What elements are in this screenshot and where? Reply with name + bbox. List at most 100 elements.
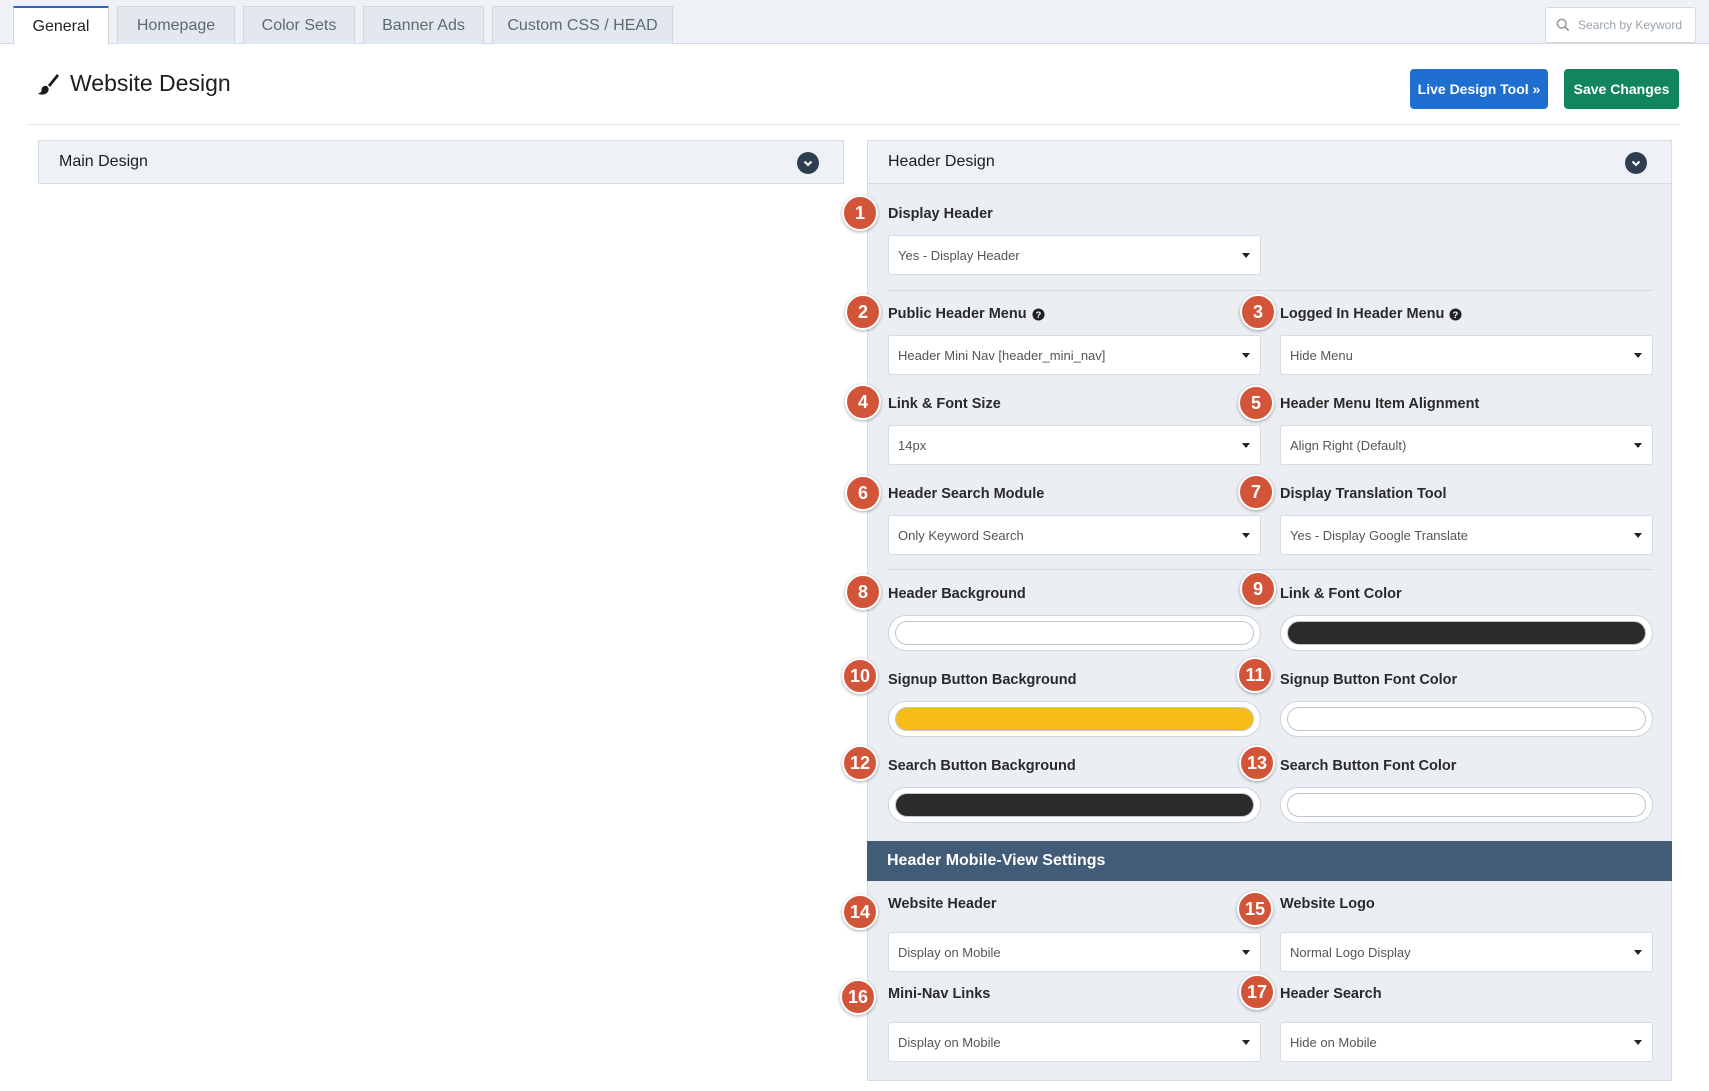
logged-in-header-menu-select[interactable]: Hide Menu <box>1280 335 1653 375</box>
header-menu-alignment-value: Align Right (Default) <box>1290 437 1407 453</box>
signup-button-font-color-label: Signup Button Font Color <box>1280 672 1458 688</box>
section-divider <box>888 569 1653 570</box>
annotation-badge-17: 17 <box>1239 974 1275 1010</box>
page-title-text: Website Design <box>70 70 231 96</box>
mobile-website-header-select[interactable]: Display on Mobile <box>888 932 1261 972</box>
help-icon[interactable]: ? <box>1032 307 1045 321</box>
annotation-badge-3: 3 <box>1240 294 1276 330</box>
search-button-background-label: Search Button Background <box>888 758 1076 774</box>
signup-button-font-color-picker[interactable] <box>1280 701 1653 737</box>
mobile-website-logo-select[interactable]: Normal Logo Display <box>1280 932 1653 972</box>
caret-down-icon <box>1242 443 1250 448</box>
tab-general[interactable]: General <box>13 6 109 45</box>
annotation-badge-2: 2 <box>845 294 881 330</box>
search-icon <box>1556 18 1570 32</box>
search-button-background-color-picker[interactable] <box>888 787 1261 823</box>
help-icon[interactable]: ? <box>1449 307 1462 321</box>
mobile-header-search-label: Header Search <box>1280 986 1382 1002</box>
chevron-down-icon[interactable] <box>1625 152 1647 174</box>
header-search-module-value: Only Keyword Search <box>898 527 1024 543</box>
caret-down-icon <box>1242 1040 1250 1045</box>
main-design-title: Main Design <box>59 153 148 170</box>
display-header-value: Yes - Display Header <box>898 247 1020 263</box>
caret-down-icon <box>1242 950 1250 955</box>
keyword-search-box[interactable] <box>1545 7 1696 43</box>
public-header-menu-label-text: Public Header Menu <box>888 306 1027 322</box>
link-font-color-picker[interactable] <box>1280 615 1653 651</box>
header-background-color-picker[interactable] <box>888 615 1261 651</box>
tab-color-sets[interactable]: Color Sets <box>243 6 355 44</box>
tab-homepage[interactable]: Homepage <box>117 6 235 44</box>
display-header-select[interactable]: Yes - Display Header <box>888 235 1261 275</box>
display-translation-tool-label: Display Translation Tool <box>1280 486 1447 502</box>
page-title: Website Design <box>36 70 231 97</box>
mobile-settings-header: Header Mobile-View Settings <box>867 841 1672 881</box>
caret-down-icon <box>1634 1040 1642 1045</box>
annotation-badge-10: 10 <box>842 658 878 694</box>
mobile-website-header-label: Website Header <box>888 896 997 912</box>
header-search-module-select[interactable]: Only Keyword Search <box>888 515 1261 555</box>
search-button-font-color-picker[interactable] <box>1280 787 1653 823</box>
mobile-header-search-select[interactable]: Hide on Mobile <box>1280 1022 1653 1062</box>
annotation-badge-15: 15 <box>1237 891 1273 927</box>
live-design-tool-button[interactable]: Live Design Tool » <box>1410 69 1548 109</box>
paintbrush-icon <box>38 73 59 95</box>
logged-in-header-menu-value: Hide Menu <box>1290 347 1353 363</box>
heading-divider <box>28 124 1679 125</box>
link-font-size-label: Link & Font Size <box>888 396 1001 412</box>
public-header-menu-select[interactable]: Header Mini Nav [header_mini_nav] <box>888 335 1261 375</box>
display-translation-tool-select[interactable]: Yes - Display Google Translate <box>1280 515 1653 555</box>
header-background-label: Header Background <box>888 586 1026 602</box>
annotation-badge-16: 16 <box>840 979 876 1015</box>
mobile-header-search-value: Hide on Mobile <box>1290 1034 1377 1050</box>
header-menu-alignment-select[interactable]: Align Right (Default) <box>1280 425 1653 465</box>
annotation-badge-8: 8 <box>845 574 881 610</box>
public-header-menu-label: Public Header Menu ? <box>888 306 1045 322</box>
save-changes-button[interactable]: Save Changes <box>1564 69 1679 109</box>
annotation-badge-12: 12 <box>842 745 878 781</box>
header-design-panel-header[interactable]: Header Design <box>867 140 1672 184</box>
logged-in-header-menu-label: Logged In Header Menu ? <box>1280 306 1462 322</box>
mobile-website-logo-label: Website Logo <box>1280 896 1375 912</box>
annotation-badge-5: 5 <box>1238 385 1274 421</box>
header-search-module-label: Header Search Module <box>888 486 1045 502</box>
link-font-size-value: 14px <box>898 437 927 453</box>
signup-button-font-color-swatch[interactable] <box>1287 707 1646 731</box>
public-header-menu-value: Header Mini Nav [header_mini_nav] <box>898 347 1106 363</box>
section-divider <box>888 290 1653 291</box>
annotation-badge-11: 11 <box>1237 657 1273 693</box>
link-font-color-swatch[interactable] <box>1287 621 1646 645</box>
display-translation-tool-value: Yes - Display Google Translate <box>1290 527 1469 543</box>
caret-down-icon <box>1634 950 1642 955</box>
annotation-badge-13: 13 <box>1239 745 1275 781</box>
caret-down-icon <box>1242 533 1250 538</box>
caret-down-icon <box>1242 353 1250 358</box>
search-button-font-color-swatch[interactable] <box>1287 793 1646 817</box>
annotation-badge-6: 6 <box>845 475 881 511</box>
annotation-badge-14: 14 <box>842 894 878 930</box>
mobile-mini-nav-links-select[interactable]: Display on Mobile <box>888 1022 1261 1062</box>
caret-down-icon <box>1242 253 1250 258</box>
signup-button-background-swatch[interactable] <box>895 707 1254 731</box>
search-button-font-color-label: Search Button Font Color <box>1280 758 1457 774</box>
main-design-panel-header[interactable]: Main Design <box>38 140 844 184</box>
caret-down-icon <box>1634 353 1642 358</box>
chevron-down-icon[interactable] <box>797 152 819 174</box>
header-menu-alignment-label: Header Menu Item Alignment <box>1280 396 1480 412</box>
svg-text:?: ? <box>1453 309 1459 319</box>
search-input[interactable] <box>1578 18 1688 32</box>
caret-down-icon <box>1634 443 1642 448</box>
link-font-size-select[interactable]: 14px <box>888 425 1261 465</box>
annotation-badge-1: 1 <box>842 195 878 231</box>
search-button-background-swatch[interactable] <box>895 793 1254 817</box>
tab-custom-css-head[interactable]: Custom CSS / HEAD <box>492 6 673 44</box>
header-background-swatch[interactable] <box>895 621 1254 645</box>
tab-banner-ads[interactable]: Banner Ads <box>363 6 484 44</box>
logged-in-header-menu-label-text: Logged In Header Menu <box>1280 306 1445 322</box>
display-header-label: Display Header <box>888 206 993 222</box>
link-font-color-label: Link & Font Color <box>1280 586 1402 602</box>
signup-button-background-color-picker[interactable] <box>888 701 1261 737</box>
caret-down-icon <box>1634 533 1642 538</box>
mobile-mini-nav-links-label: Mini-Nav Links <box>888 986 991 1002</box>
annotation-badge-9: 9 <box>1240 571 1276 607</box>
